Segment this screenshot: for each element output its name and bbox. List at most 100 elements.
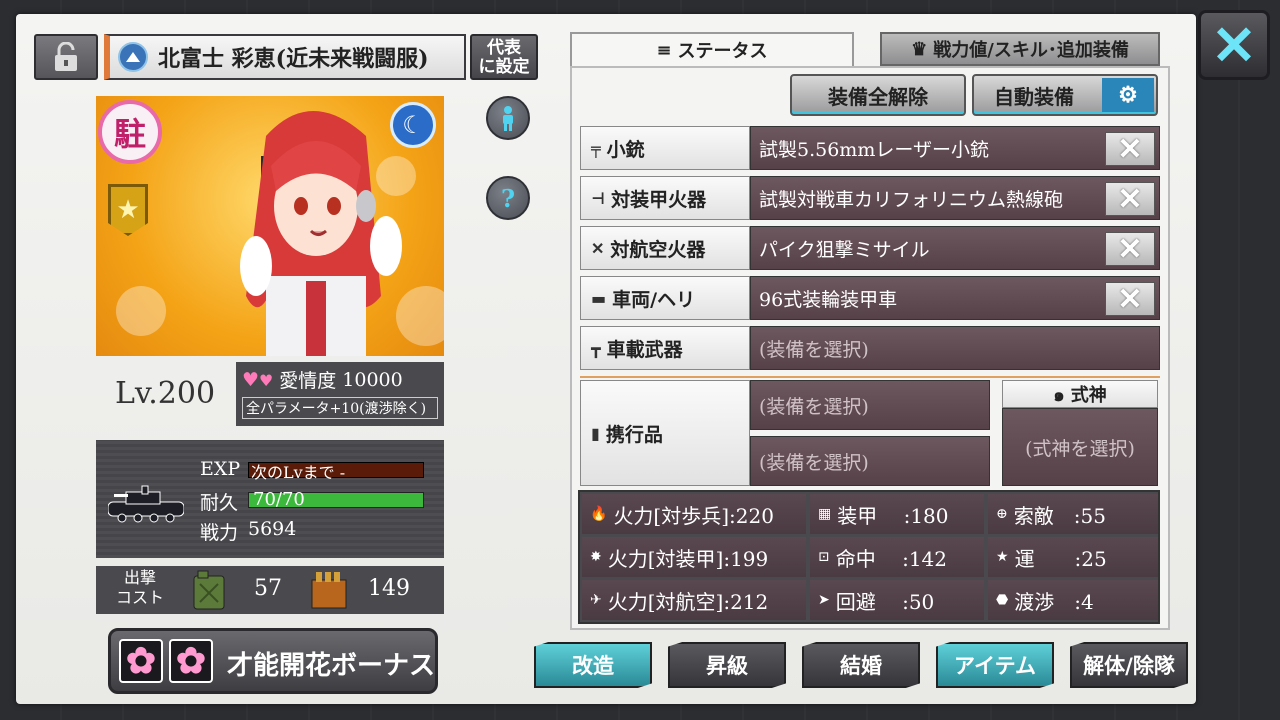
parameter-value: 運 :25 — [1014, 546, 1107, 571]
carry-label: 携行品 — [605, 423, 663, 446]
remove-equipment-button[interactable]: ✕ — [1105, 131, 1155, 167]
parameter-cell: 🔥 火力[対歩兵]:220 — [582, 494, 806, 534]
mounted-weapon-icon: ┳ — [591, 338, 601, 358]
battery-icon: ▮ — [591, 423, 600, 443]
equipment-row: ⊣ 対装甲火器 試製対戦車カリフォリニウム熱線砲 ✕ — [580, 176, 1160, 220]
durability-bar: 70/70 — [248, 489, 424, 510]
modify-button[interactable]: 改造 — [534, 642, 652, 688]
auto-equip-button[interactable]: 自動装備 ⚙ — [972, 74, 1158, 116]
talent-bloom-bonus-button[interactable]: ✿ ✿ 才能開花ボーナス — [108, 628, 438, 694]
parameter-value: 火力[対装甲]:199 — [607, 546, 769, 571]
parameter-value: 火力[対航空]:212 — [607, 589, 769, 614]
unit-emblem-icon — [118, 42, 148, 72]
parameter-cell: ✈ 火力[対航空]:212 — [582, 580, 806, 620]
close-icon: ✕ — [1211, 13, 1257, 77]
equipment-slot-name: 小銃 — [606, 138, 645, 161]
crown-icon: ♛ — [911, 38, 928, 60]
shikigami-slot[interactable]: (式神を選択) — [1002, 408, 1158, 486]
auto-equip-label: 自動装備 — [994, 84, 1074, 109]
luck-star-icon: ★ — [996, 549, 1009, 565]
equipment-slot-value[interactable]: 96式装輪装甲車 ✕ — [750, 276, 1160, 320]
parameter-value: 装甲 :180 — [837, 503, 949, 528]
evasion-icon: ➤ — [818, 592, 830, 608]
parameter-cell: ⊕ 索敵 :55 — [988, 494, 1158, 534]
promote-button[interactable]: 昇級 — [668, 642, 786, 688]
carry-slot-2[interactable]: (装備を選択) — [750, 436, 990, 486]
equipment-row: ┳ 車載武器 (装備を選択) — [580, 326, 1160, 370]
shikigami-header: ๑式神 — [1002, 380, 1158, 408]
equipment-row: ╤ 小銃 試製5.56mmレーザー小銃 ✕ — [580, 126, 1160, 170]
exp-next: 次のLvまで - — [251, 463, 346, 482]
help-button[interactable]: ? — [486, 176, 530, 220]
exp-bar: 次のLvまで - — [248, 462, 424, 482]
vehicle-icon: ▬ — [591, 288, 607, 308]
remove-equipment-button[interactable]: ✕ — [1105, 232, 1155, 267]
equipment-row: ▬ 車両/ヘリ 96式装輪装甲車 ✕ — [580, 276, 1160, 320]
parameter-value: 命中 :142 — [835, 546, 948, 571]
character-name: 北富士 彩恵(近未来戦闘服) — [158, 46, 429, 72]
hearts-icon: ♥♥ — [242, 368, 274, 391]
tab-status[interactable]: ≡ ステータス — [570, 32, 854, 66]
equipment-item-name: 試製5.56mmレーザー小銃 — [759, 138, 989, 161]
antiair-icon: ✕ — [591, 238, 605, 258]
parameter-value: 索敵 :55 — [1013, 503, 1106, 528]
close-button[interactable]: ✕ — [1198, 10, 1270, 80]
talent-bloom-label: 才能開花ボーナス — [227, 651, 436, 681]
auto-equip-icon: ⚙ — [1102, 78, 1154, 112]
antiarmor-icon: ⊣ — [591, 188, 606, 208]
equipment-item-name: 試製対戦車カリフォリニウム熱線砲 — [759, 188, 1064, 211]
parameter-cell: ⬣ 渡渉 :4 — [988, 580, 1158, 620]
person-info-button[interactable] — [486, 96, 530, 140]
sortie-cost-box: 出撃 コスト 57 149 — [96, 566, 444, 614]
x-icon: ✕ — [1117, 131, 1143, 167]
character-name-bar: 北富士 彩恵(近未来戦闘服) — [104, 34, 466, 80]
equipment-slot-label: ┳ 車載武器 — [580, 326, 750, 370]
tab-power-skill[interactable]: ♛ 戦力値/スキル･追加装備 — [880, 32, 1160, 66]
exp-label: EXP — [200, 458, 241, 480]
set-representative-button[interactable]: 代表 に設定 — [470, 34, 538, 80]
item-button[interactable]: アイテム — [936, 642, 1054, 688]
wading-icon: ⬣ — [996, 592, 1009, 608]
affection-value: 10000 — [342, 368, 403, 391]
carry-item-label-box: ▮ 携行品 — [580, 380, 750, 486]
armor-fire-icon: ✸ — [590, 549, 602, 565]
equipment-slot-label: ▬ 車両/ヘリ — [580, 276, 750, 320]
tab-status-label: ステータス — [677, 41, 768, 62]
unequip-all-button[interactable]: 装備全解除 — [790, 74, 966, 116]
parameter-cell: ★ 運 :25 — [988, 537, 1158, 577]
parameter-value: 渡渉 :4 — [1014, 589, 1094, 614]
air-fire-icon: ✈ — [590, 592, 602, 608]
equipment-slot-value[interactable]: (装備を選択) — [750, 326, 1160, 370]
character-illustration — [240, 111, 402, 356]
fuel-cost: 57 — [254, 576, 282, 601]
ammo-box-icon — [311, 572, 347, 609]
equipment-slot-value[interactable]: 試製対戦車カリフォリニウム熱線砲 ✕ — [750, 176, 1160, 220]
search-icon: ⊕ — [996, 506, 1008, 522]
power-label: 戦力 — [200, 522, 239, 544]
status-tab-icon: ≡ — [656, 39, 672, 61]
equipment-slot-value[interactable]: パイク狙撃ミサイル ✕ — [750, 226, 1160, 270]
shikigami-label: 式神 — [1070, 385, 1107, 406]
help-icon: ? — [500, 183, 516, 213]
lock-button[interactable] — [34, 34, 98, 80]
equipment-slot-name: 対装甲火器 — [611, 188, 707, 211]
carry-slot-1[interactable]: (装備を選択) — [750, 380, 990, 430]
character-stats-box: EXP 次のLvまで - 耐久 70/70 戦力 5694 — [96, 440, 444, 558]
remove-equipment-button[interactable]: ✕ — [1105, 181, 1155, 217]
equipment-row: ✕ 対航空火器 パイク狙撃ミサイル ✕ — [580, 226, 1160, 270]
equipment-slot-name: 車両/ヘリ — [612, 288, 696, 311]
affection-bonus: 全パラメータ+10(渡渉除く) — [242, 397, 438, 419]
rifle-icon: ╤ — [591, 138, 601, 158]
x-icon: ✕ — [1117, 181, 1143, 217]
durability-value: 70/70 — [253, 489, 305, 510]
equipment-slot-value[interactable]: 試製5.56mmレーザー小銃 ✕ — [750, 126, 1160, 170]
station-badge: 駐 — [98, 100, 162, 164]
equipment-slot-name: 対航空火器 — [610, 238, 706, 261]
power-value: 5694 — [248, 518, 297, 540]
fuel-can-icon — [193, 570, 225, 610]
divider — [580, 376, 1160, 378]
remove-equipment-button[interactable]: ✕ — [1105, 282, 1155, 317]
dismiss-button[interactable]: 解体/除隊 — [1070, 642, 1188, 688]
equipment-item-name: (装備を選択) — [759, 338, 869, 361]
marriage-button[interactable]: 結婚 — [802, 642, 920, 688]
